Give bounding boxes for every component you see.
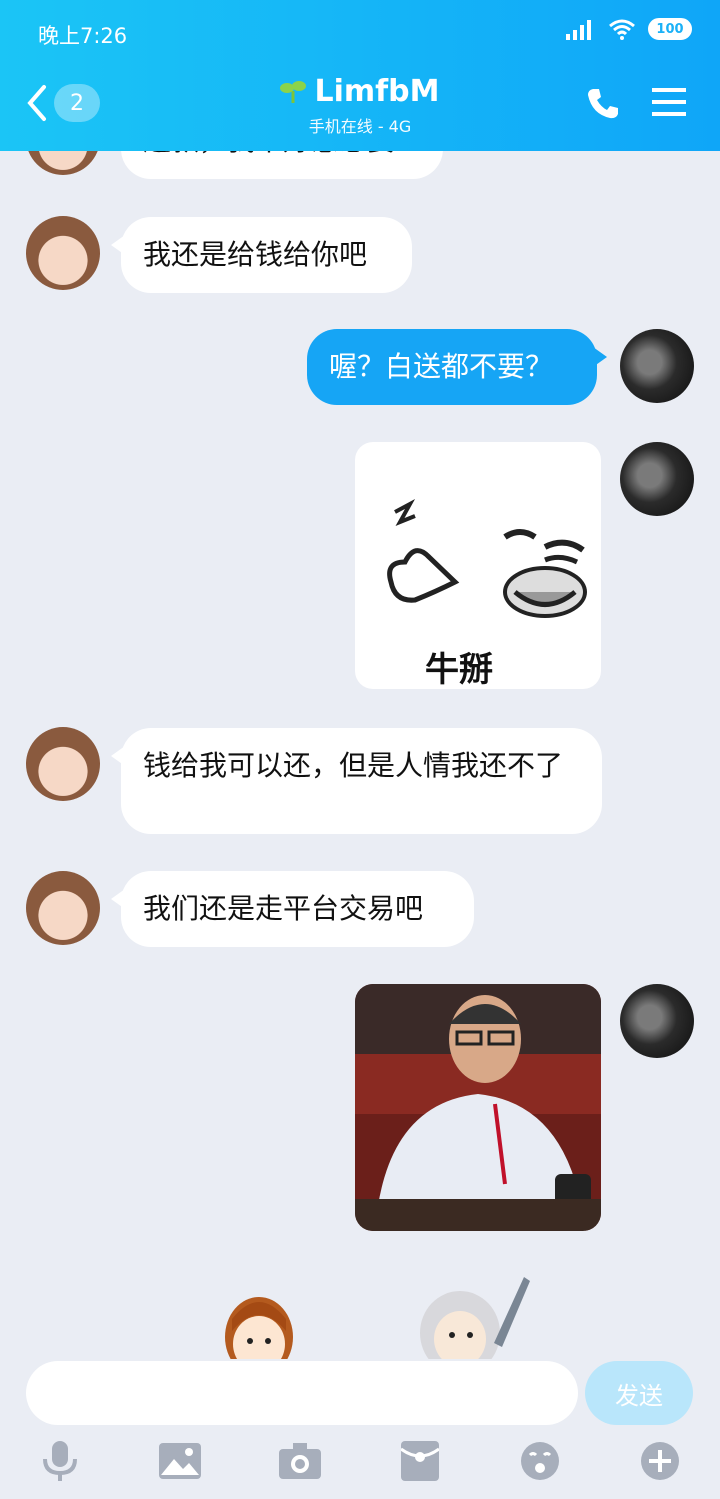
menu-icon[interactable] — [652, 86, 686, 118]
emoji-icon — [521, 1442, 559, 1480]
signal-icon — [566, 20, 591, 40]
man-in-shirt-photo — [355, 984, 601, 1231]
wifi-icon — [609, 19, 635, 40]
voice-button[interactable] — [38, 1439, 82, 1483]
battery-indicator: 100 — [648, 18, 692, 40]
cartoon-warrior-icon — [414, 1273, 532, 1359]
red-packet-button[interactable] — [398, 1439, 442, 1483]
user-avatar[interactable] — [620, 329, 694, 403]
message-bubble[interactable]: 我还是给钱给你吧 — [111, 217, 412, 293]
contact-avatar[interactable] — [26, 216, 100, 290]
plus-circle-icon — [641, 1442, 679, 1480]
image-icon — [159, 1443, 201, 1479]
phone-icon[interactable] — [586, 86, 620, 120]
app-header: 晚上7:26 100 2 LimfbM 手机在线 - 4G — [0, 0, 720, 151]
camera-button[interactable] — [278, 1439, 322, 1483]
microphone-icon — [43, 1441, 77, 1481]
camera-icon — [279, 1443, 321, 1479]
status-icons: 100 — [566, 18, 692, 40]
message-bubble-self[interactable]: 喔？白送都不要？ — [307, 329, 607, 405]
composer-bar: 发送 — [0, 1359, 720, 1499]
user-avatar[interactable] — [620, 984, 694, 1058]
message-bubble[interactable]: 我们还是走平台交易吧 — [111, 871, 474, 947]
message-input[interactable] — [26, 1361, 578, 1425]
album-button[interactable] — [158, 1439, 202, 1483]
sticker-image[interactable]: 牛掰 — [355, 442, 601, 689]
send-button[interactable]: 发送 — [585, 1361, 693, 1425]
status-time: 晚上7:26 — [38, 24, 128, 48]
emoji-button[interactable] — [518, 1439, 562, 1483]
photo-message[interactable] — [355, 984, 601, 1231]
battery-level: 100 — [656, 21, 684, 37]
contact-avatar[interactable] — [26, 151, 100, 175]
red-packet-icon — [401, 1441, 439, 1481]
more-button[interactable] — [638, 1439, 682, 1483]
contact-avatar[interactable] — [26, 727, 100, 801]
user-avatar[interactable] — [620, 442, 694, 516]
sticker-caption: 牛掰 — [425, 650, 493, 689]
contact-name: LimfbM — [314, 74, 440, 109]
cartoon-girl-icon — [220, 1289, 298, 1359]
message-bubble[interactable]: 钱给我可以还，但是人情我还不了 — [111, 728, 602, 834]
message-list[interactable]: 还款，我不好意思要 我还是给钱给你吧 喔？白送都不要？ 牛掰 钱给我可以还，但是… — [0, 151, 720, 1359]
contact-avatar[interactable] — [26, 871, 100, 945]
sprout-icon — [280, 80, 307, 103]
message-bubble[interactable]: 还款，我不好意思要 — [121, 151, 443, 179]
